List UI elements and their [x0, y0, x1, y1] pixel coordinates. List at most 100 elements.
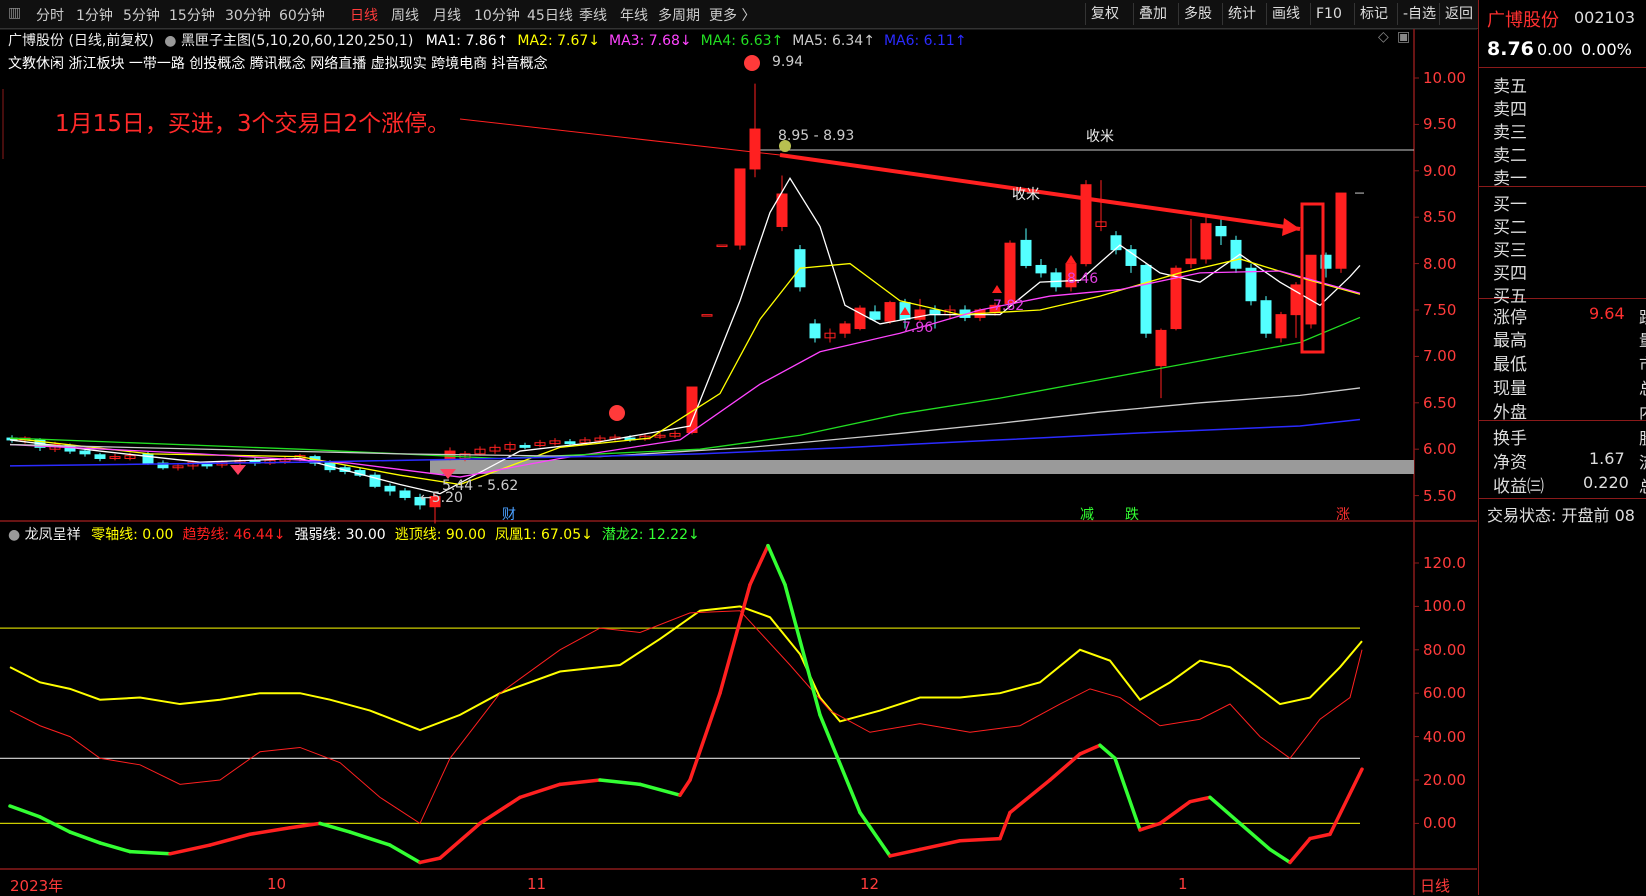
indicator-dot-icon[interactable]: ●	[164, 33, 176, 49]
y-tick-ind-1: 100.0	[1423, 597, 1466, 616]
candle	[749, 83, 761, 178]
event-mark-zhang[interactable]: 涨	[1336, 504, 1350, 524]
ma-legend-4: MA4: 6.63↑	[700, 33, 784, 49]
period-tab-13[interactable]: 多周期	[658, 5, 700, 25]
period-tab-14[interactable]: 更多 〉	[709, 5, 755, 25]
dragon-line-segment	[288, 821, 322, 830]
side-price: 8.76	[1487, 38, 1534, 60]
period-tab-8[interactable]: 月线	[433, 5, 461, 25]
toolbar-button-2[interactable]: 多股	[1178, 3, 1217, 25]
dragon-line-segment	[1008, 778, 1052, 815]
period-tab-11[interactable]: 季线	[579, 5, 607, 25]
period-tab-9[interactable]: 10分钟	[474, 5, 520, 25]
candle	[669, 430, 681, 439]
period-tab-0[interactable]: 分时	[36, 5, 64, 25]
dragon-line-segment	[1158, 799, 1192, 826]
indicator-name[interactable]: 龙凤呈祥	[25, 527, 81, 543]
dragon-line-segment	[168, 843, 212, 856]
period-tab-10[interactable]: 45日线	[527, 5, 573, 25]
buy-level-5: 买五	[1493, 287, 1527, 307]
toolbar-button-7[interactable]: -自选	[1397, 3, 1441, 25]
toolbar-button-1[interactable]: 叠加	[1133, 3, 1172, 25]
annotation-text: 1月15日，买进，3个交易日2个涨停。	[55, 111, 451, 137]
dragon-line-segment	[208, 832, 252, 847]
diamond-icon	[230, 465, 246, 475]
toolbar-button-5[interactable]: F10	[1310, 3, 1347, 25]
dragon-line-segment	[248, 825, 292, 836]
dragon-line-segment	[8, 804, 42, 819]
event-mark-die[interactable]: 跌	[1125, 504, 1139, 524]
quote-row-right-1: 市	[1639, 351, 1646, 375]
period-tab-1[interactable]: 1分钟	[76, 5, 113, 25]
dragon-line-segment	[766, 543, 787, 587]
eps-value: 0.220	[1583, 473, 1629, 492]
window-toggle-icon[interactable]: ▣	[1397, 29, 1410, 45]
period-tab-4[interactable]: 30分钟	[225, 5, 271, 25]
y-tick-main-2: 9.00	[1423, 161, 1457, 180]
candle	[79, 449, 91, 457]
price-label-796: 7.96	[902, 320, 934, 336]
phoenix-line	[9, 605, 1363, 732]
toolbar-button-4[interactable]: 画线	[1266, 3, 1305, 25]
dragon-line-segment	[818, 713, 862, 815]
window-menu-icon[interactable]: ▥	[8, 5, 21, 21]
sell-level-5: 卖五	[1493, 77, 1527, 97]
y-tick-ind-4: 40.00	[1423, 727, 1466, 746]
candle	[1004, 240, 1016, 306]
side-stock-name: 广博股份	[1487, 10, 1559, 31]
toolbar-button-0[interactable]: 复权	[1085, 3, 1124, 25]
limit-down-label: 跌	[1639, 304, 1646, 328]
indicator-header: ● 龙凤呈祥 零轴线: 0.00 趋势线: 46.44↓ 强弱线: 30.00 逃顶线…	[8, 524, 709, 544]
candle	[884, 300, 896, 324]
up-arrow-icon	[992, 285, 1002, 293]
candle	[734, 168, 746, 250]
period-tab-7[interactable]: 周线	[391, 5, 419, 25]
ma-legend-2: MA2: 7.67↓	[517, 33, 601, 49]
buy-level-2: 买二	[1493, 218, 1527, 238]
candle	[1035, 258, 1047, 278]
indicator-dot-icon[interactable]: ●	[8, 527, 20, 543]
candle	[1305, 254, 1317, 329]
diamond-toggle-icon[interactable]: ◇	[1378, 29, 1389, 45]
period-tab-5[interactable]: 60分钟	[279, 5, 325, 25]
event-mark-jian[interactable]: 减	[1080, 504, 1094, 524]
side-pct: 0.00%	[1581, 40, 1632, 59]
y-tick-main-0: 10.00	[1423, 69, 1466, 87]
dragon-line-segment	[718, 582, 752, 695]
toolbar-button-3[interactable]: 统计	[1222, 3, 1261, 25]
shoumi-label: 收米	[1086, 129, 1114, 145]
kline-chart[interactable]	[0, 29, 1477, 895]
dragon-line-segment	[478, 795, 522, 826]
x-tick-3: 12	[860, 875, 880, 893]
main-indicator-name[interactable]: 黑匣子主图(5,10,20,60,120,250,1)	[181, 33, 413, 49]
toolbar-button-6[interactable]: 标记	[1354, 3, 1393, 25]
period-tab-2[interactable]: 5分钟	[123, 5, 160, 25]
candle	[1185, 219, 1197, 269]
sell-level-4: 卖四	[1493, 100, 1527, 120]
candle	[489, 444, 501, 454]
dragon-line-segment	[388, 843, 422, 865]
x-tick-5[interactable]: 日线	[1420, 875, 1450, 896]
candle	[839, 321, 851, 338]
period-tab-3[interactable]: 15分钟	[169, 5, 215, 25]
candle	[1140, 263, 1152, 338]
ma-legend-1: MA1: 7.86↑	[425, 33, 509, 49]
dragon-line-segment	[348, 830, 392, 847]
event-mark-cai[interactable]: 财	[502, 504, 516, 524]
dragon-line-segment	[1308, 832, 1332, 841]
y-tick-ind-2: 80.00	[1423, 640, 1466, 659]
dragon-line-segment	[638, 782, 682, 797]
toolbar-button-8[interactable]: 返回	[1439, 3, 1478, 25]
dragon-line-segment	[68, 830, 102, 845]
y-tick-main-8: 6.00	[1423, 440, 1457, 459]
candle	[549, 438, 561, 446]
candle	[1080, 180, 1092, 267]
trend-arrow	[779, 153, 1301, 231]
dragon-line-segment	[418, 856, 442, 865]
period-tab-6[interactable]: 日线	[350, 5, 378, 25]
x-tick-4: 1	[1178, 875, 1188, 893]
period-tab-12[interactable]: 年线	[620, 5, 648, 25]
side-stock-code: 002103	[1574, 8, 1636, 27]
candle	[249, 457, 261, 466]
trading-status: 交易状态: 开盘前 08	[1487, 506, 1635, 525]
